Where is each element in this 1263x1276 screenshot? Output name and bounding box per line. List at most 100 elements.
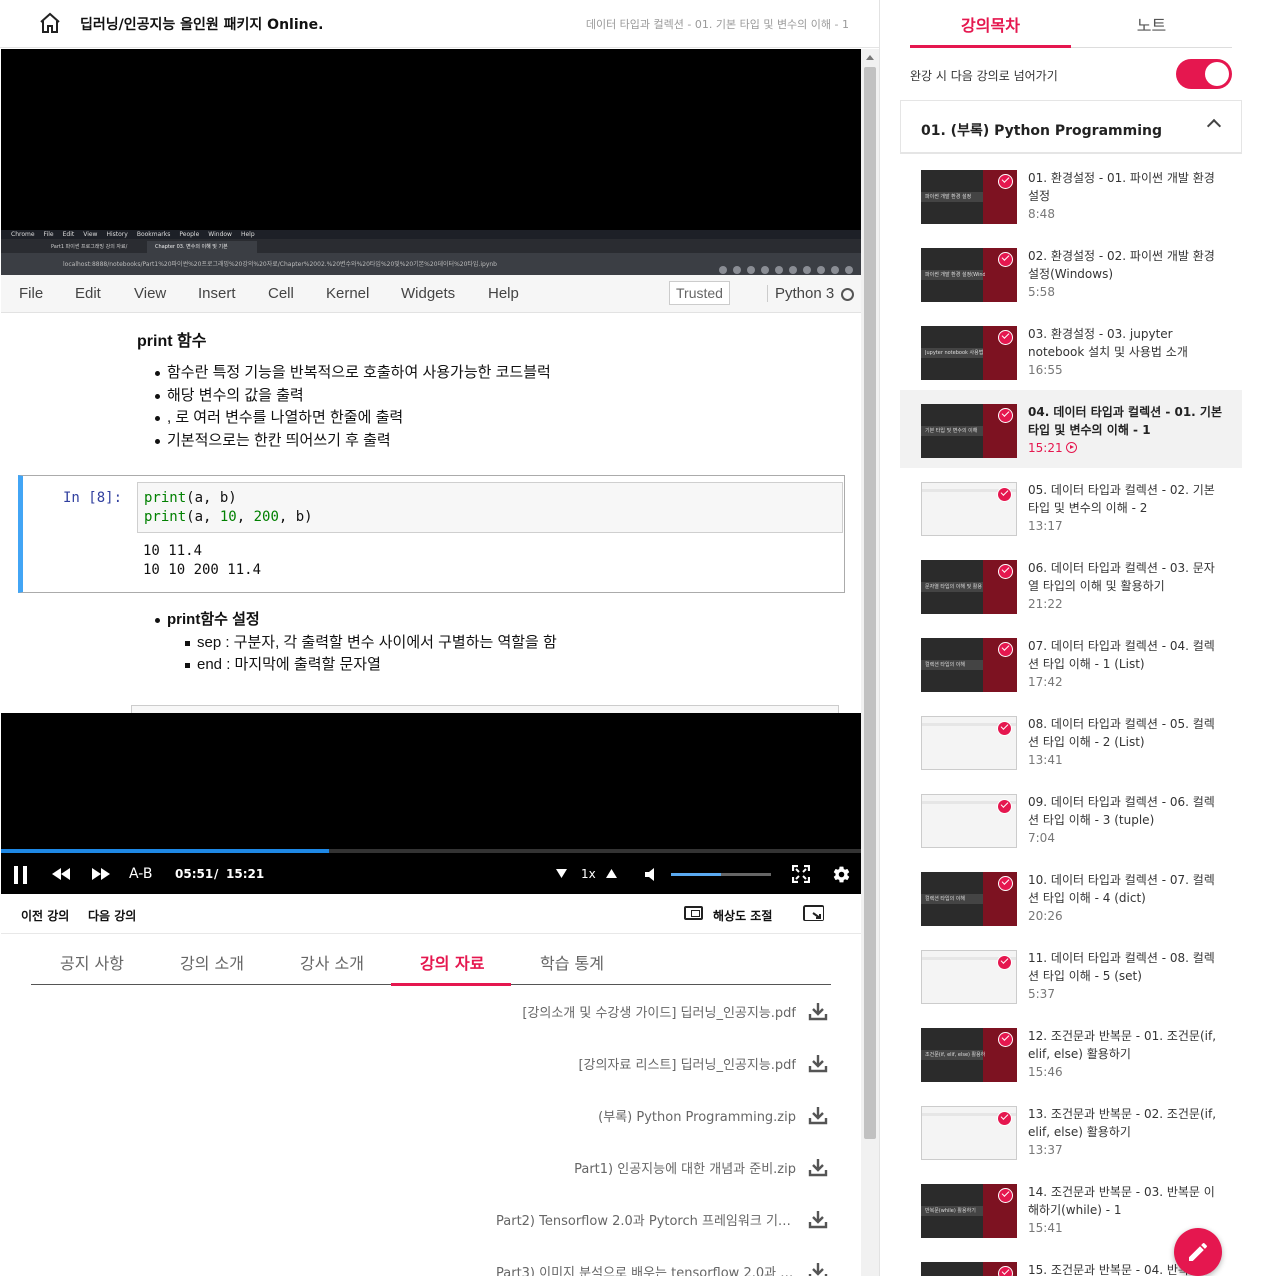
resolution-icon[interactable] <box>684 906 703 920</box>
side-panel: 강의목차 노트 완강 시 다음 강의로 넘어가기 01. (부록) Python… <box>879 0 1263 1276</box>
lesson-item[interactable]: Jupyter notebook 사용법 03. 환경설정 - 03. jupyt… <box>900 312 1242 390</box>
screen-mac-menubar: Chrome File Edit View History Bookmarks People… <box>1 230 861 239</box>
material-file[interactable]: Part2) Tensorflow 2.0과 Pytorch 프레임워크 기초… <box>496 1208 828 1230</box>
lesson-item[interactable]: 문자열 타입의 이해 및 활용 06. 데이터 타입과 컬렉션 - 03. 문자열… <box>900 546 1242 624</box>
lesson-thumbnail <box>921 950 1017 1004</box>
material-file[interactable]: (부록) Python Programming.zip <box>598 1104 828 1126</box>
pip-icon[interactable] <box>803 905 824 921</box>
md2-list: print함수 설정 sep : 구분자, 각 출력할 변수 사이에서 구별하는… <box>153 609 557 677</box>
tab-lecture-intro[interactable]: 강의 소개 <box>180 950 244 974</box>
tab-stats[interactable]: 학습 통계 <box>540 950 604 974</box>
jupyter-menu-widgets: Widgets <box>401 285 456 302</box>
tab-notes[interactable]: 노트 <box>1071 12 1232 36</box>
lesson-item[interactable]: 08. 데이터 타입과 컬렉션 - 05. 컬렉션 타입 이해 - 2 (Lis… <box>900 702 1242 780</box>
lesson-thumbnail <box>921 716 1017 770</box>
volume-icon[interactable] <box>645 868 659 881</box>
autoplay-toggle[interactable] <box>1176 59 1232 89</box>
home-icon[interactable] <box>38 11 62 35</box>
rewind-icon[interactable] <box>52 868 70 880</box>
md-heading: print 함수 <box>137 333 207 350</box>
tab-materials[interactable]: 강의 자료 <box>420 950 484 974</box>
lesson-duration: 21:22 <box>1028 597 1063 611</box>
page-scrollbar[interactable] <box>861 49 879 1276</box>
speed-up-icon[interactable] <box>606 869 617 878</box>
pause-icon[interactable] <box>13 866 29 884</box>
lesson-item[interactable]: 09. 데이터 타입과 컬렉션 - 06. 컬렉션 타입 이해 - 3 (tup… <box>900 780 1242 858</box>
fullscreen-icon[interactable] <box>792 865 810 883</box>
fast-forward-icon[interactable] <box>92 868 110 880</box>
video-player[interactable]: Chrome File Edit View History Bookmarks People… <box>1 49 861 894</box>
lesson-title: 02. 환경설정 - 02. 파이썬 개발 환경설정(Windows) <box>1028 249 1215 281</box>
cell-prompt: In [8]: <box>63 490 123 506</box>
prev-lecture-button[interactable]: 이전 강의 <box>21 907 69 924</box>
completed-check-icon <box>997 1111 1012 1126</box>
side-tabs: 강의목차 노트 <box>910 0 1232 48</box>
now-playing-icon <box>1065 442 1077 453</box>
mac-menu-item: People <box>179 231 200 238</box>
scroll-up-icon[interactable] <box>866 55 874 60</box>
screen-browser-tabs: Part1 파이썬 프로그래밍 강의 자료/ Chapter 03. 변수의 이… <box>1 239 861 259</box>
seek-bar[interactable] <box>1 849 861 853</box>
tab-notice[interactable]: 공지 사항 <box>60 950 124 974</box>
lesson-item[interactable]: 11. 데이터 타입과 컬렉션 - 08. 컬렉션 타입 이해 - 5 (set… <box>900 936 1242 1014</box>
completed-check-icon <box>997 721 1012 736</box>
volume-slider[interactable] <box>671 873 771 876</box>
material-file[interactable]: Part1) 인공지능에 대한 개념과 준비.zip <box>574 1156 828 1178</box>
mac-menu-item: View <box>83 231 98 238</box>
screen-url-bar: localhost:8888/notebooks/Part1%20파이썬%20프… <box>1 253 861 275</box>
lesson-item[interactable]: 05. 데이터 타입과 컬렉션 - 02. 기본 타입 및 변수의 이해 - 2… <box>900 468 1242 546</box>
lesson-item[interactable]: 파이썬 개발 환경 설정 01. 환경설정 - 01. 파이썬 개발 환경 설정 8… <box>900 156 1242 234</box>
chevron-up-icon[interactable] <box>1206 118 1222 134</box>
lesson-title: 11. 데이터 타입과 컬렉션 - 08. 컬렉션 타입 이해 - 5 (set… <box>1028 951 1215 983</box>
course-title: 딥러닝/인공지능 올인원 패키지 Online. <box>80 17 324 33</box>
lesson-title: 07. 데이터 타입과 컬렉션 - 04. 컬렉션 타입 이해 - 1 (Lis… <box>1028 639 1215 671</box>
material-file-name: Part2) Tensorflow 2.0과 Pytorch 프레임워크 기초… <box>496 1213 796 1229</box>
lesson-item[interactable]: 조건문(if, elif, else) 활용하기 12. 조건문과 반복문 - 0… <box>900 1014 1242 1092</box>
material-file[interactable]: [강의자료 리스트] 딥러닝_인공지능.pdf <box>578 1052 828 1074</box>
tab-instructor-intro[interactable]: 강사 소개 <box>300 950 364 974</box>
lesson-item-current[interactable]: 기본 타입 및 변수의 이해 04. 데이터 타입과 컬렉션 - 01. 기본 타… <box>900 390 1242 468</box>
lesson-item[interactable]: 컬렉션 타입의 이해 10. 데이터 타입과 컬렉션 - 07. 컬렉션 타입 이… <box>900 858 1242 936</box>
lesson-item[interactable]: 파이썬 개발 환경 설정(Windows) 02. 환경설정 - 02. 파이썬 … <box>900 234 1242 312</box>
material-file[interactable]: [강의소개 및 수강생 가이드] 딥러닝_인공지능.pdf <box>522 1000 828 1022</box>
info-tabs: 공지 사항 강의 소개 강사 소개 강의 자료 학습 통계 <box>31 935 831 986</box>
lesson-thumbnail: 파이썬 개발 환경 설정 <box>921 170 1017 224</box>
lesson-duration-text: 13:17 <box>1028 519 1063 533</box>
settings-icon[interactable] <box>832 865 851 884</box>
completed-check-icon <box>998 564 1013 579</box>
lesson-item[interactable]: 13. 조건문과 반복문 - 02. 조건문(if, elif, else) 활… <box>900 1092 1242 1170</box>
write-note-button[interactable] <box>1174 1228 1222 1276</box>
lesson-duration: 15:21 <box>1028 441 1077 455</box>
next-lecture-button[interactable]: 다음 강의 <box>88 907 136 924</box>
lesson-duration-text: 20:26 <box>1028 909 1063 923</box>
material-file[interactable]: Part3) 이미지 분석으로 배우는 tensorflow 2.0과 P… <box>496 1260 828 1276</box>
lesson-duration: 20:26 <box>1028 909 1063 923</box>
current-time: 05:51 <box>175 867 214 881</box>
download-icon[interactable] <box>808 1157 828 1177</box>
download-icon[interactable] <box>808 1209 828 1229</box>
lesson-title: 08. 데이터 타입과 컬렉션 - 05. 컬렉션 타입 이해 - 2 (Lis… <box>1028 717 1215 749</box>
code-output: 10 11.4 10 10 200 11.4 <box>143 542 261 580</box>
output-line: 10 10 200 11.4 <box>143 562 262 578</box>
lesson-thumbnail: 컬렉션 타입의 이해 <box>921 872 1017 926</box>
ab-repeat-button[interactable]: A-B <box>129 866 152 882</box>
scroll-thumb[interactable] <box>864 67 876 1139</box>
resolution-button[interactable]: 해상도 조절 <box>713 907 772 924</box>
download-icon[interactable] <box>808 1105 828 1125</box>
lesson-duration: 13:37 <box>1028 1143 1063 1157</box>
jupyter-menu-insert: Insert <box>198 285 236 302</box>
material-file-name: [강의소개 및 수강생 가이드] 딥러닝_인공지능.pdf <box>522 1005 796 1021</box>
speed-down-icon[interactable] <box>556 869 567 878</box>
section-header[interactable]: 01. (부록) Python Programming <box>900 100 1242 154</box>
tab-toc[interactable]: 강의목차 <box>910 12 1071 48</box>
code-line: print(a, 10, 200, b) <box>144 508 836 527</box>
lesson-item[interactable]: 컬렉션 타입의 이해 07. 데이터 타입과 컬렉션 - 04. 컬렉션 타입 이… <box>900 624 1242 702</box>
download-icon[interactable] <box>808 1001 828 1021</box>
completed-check-icon <box>998 876 1013 891</box>
code-cell: In [8]: print(a, b) print(a, 10, 200, b)… <box>18 475 845 593</box>
download-icon[interactable] <box>808 1053 828 1073</box>
lesson-duration-text: 15:46 <box>1028 1065 1063 1079</box>
lesson-title: 06. 데이터 타입과 컬렉션 - 03. 문자열 타입의 이해 및 활용하기 <box>1028 561 1215 593</box>
download-icon[interactable] <box>808 1261 828 1276</box>
md2-subitem: end : 마지막에 출력할 문자열 <box>183 654 557 677</box>
